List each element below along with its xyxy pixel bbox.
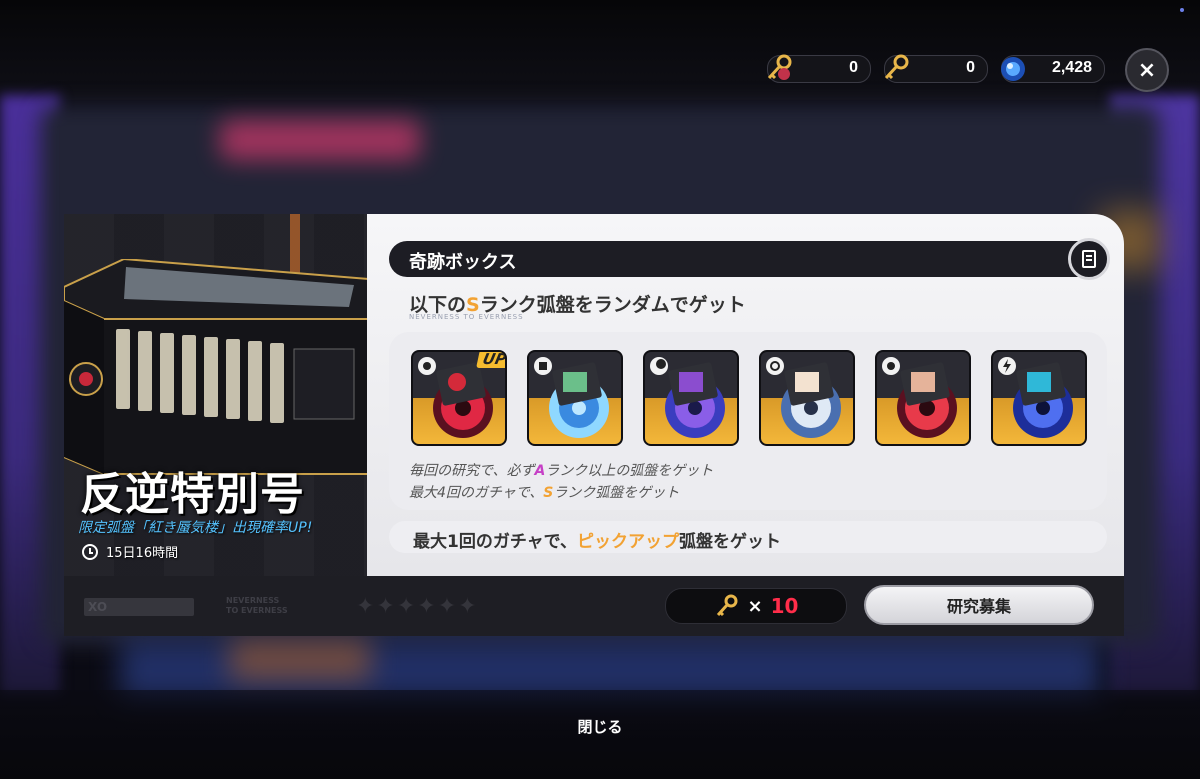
subtitle-watermark: NEVERNESS TO EVERNESS bbox=[409, 313, 524, 321]
timer: 15日16時間 bbox=[82, 542, 178, 561]
currency-gold-key: 0 bbox=[884, 54, 988, 83]
key-red-icon bbox=[767, 54, 792, 80]
disk-item[interactable]: UP bbox=[411, 350, 507, 446]
pickup-text: 最大1回のガチャで、ピックアップ弧盤をゲット bbox=[413, 532, 781, 552]
pickup-row: 最大1回のガチャで、ピックアップ弧盤をゲット bbox=[389, 521, 1107, 553]
gacha-panel: 反逆特別号 限定弧盤「紅き蜃気楼」出現確率UP! 15日16時間 奇跡ボックス … bbox=[64, 214, 1124, 636]
red-key-amount: 0 bbox=[849, 59, 858, 76]
disk-art bbox=[650, 357, 725, 438]
currency-red-key: 0 bbox=[767, 54, 871, 83]
disk-item[interactable] bbox=[875, 350, 971, 446]
currency-orb: 2,428 bbox=[1001, 55, 1105, 83]
close-link[interactable]: 閉じる bbox=[560, 716, 640, 737]
star-rating: ✦✦✦✦✦✦ bbox=[356, 594, 479, 619]
disk-list: UP 毎回の研究で、必ずAランク以上の弧盤をゲット 最大4回のガチャで、Sランク… bbox=[389, 332, 1107, 510]
disk-item[interactable] bbox=[991, 350, 1087, 446]
banner-title: 反逆特別号 bbox=[80, 469, 305, 520]
cost-amount: 10 bbox=[770, 594, 799, 618]
note-line-1: 毎回の研究で、必ずAランク以上の弧盤をゲット bbox=[409, 463, 714, 479]
key-gold-icon bbox=[716, 594, 738, 617]
disk-art bbox=[998, 357, 1073, 438]
disk-item[interactable] bbox=[527, 350, 623, 446]
timer-text: 15日16時間 bbox=[106, 546, 179, 561]
key-gold-icon bbox=[884, 54, 909, 80]
close-icon: × bbox=[1137, 57, 1157, 83]
box-header: 奇跡ボックス bbox=[389, 238, 1110, 280]
disk-item[interactable] bbox=[643, 350, 739, 446]
gold-key-amount: 0 bbox=[966, 59, 975, 76]
action-bar: XO NEVERNESS TO EVERNESS ✦✦✦✦✦✦ × 10 研究募… bbox=[64, 576, 1124, 636]
box-details: 奇跡ボックス 以下のSランク弧盤をランダムでゲット NEVERNESS TO E… bbox=[367, 214, 1124, 576]
disk-art bbox=[882, 357, 957, 438]
box-illustration bbox=[64, 259, 367, 475]
disk-art bbox=[534, 357, 609, 438]
xo-label: XO bbox=[84, 598, 194, 616]
details-button[interactable] bbox=[1068, 238, 1110, 280]
disk-art bbox=[766, 357, 841, 438]
cost-display: × 10 bbox=[665, 588, 847, 624]
up-badge: UP bbox=[475, 352, 505, 368]
clock-icon bbox=[82, 543, 98, 560]
box-header-title: 奇跡ボックス bbox=[409, 252, 517, 273]
document-icon bbox=[1082, 250, 1096, 268]
rate-up-text: 限定弧盤「紅き蜃気楼」出現確率UP! bbox=[78, 520, 313, 536]
disk-item[interactable] bbox=[759, 350, 855, 446]
cost-multiplier: × bbox=[747, 595, 763, 617]
research-button[interactable]: 研究募集 bbox=[864, 585, 1094, 625]
note-line-2: 最大4回のガチャで、Sランク弧盤をゲット bbox=[409, 485, 680, 501]
orb-blue-icon bbox=[1001, 57, 1025, 81]
close-button[interactable]: × bbox=[1125, 48, 1169, 92]
brand-mark: NEVERNESS TO EVERNESS bbox=[226, 596, 288, 615]
banner-art: 反逆特別号 限定弧盤「紅き蜃気楼」出現確率UP! 15日16時間 bbox=[64, 214, 367, 576]
orb-amount: 2,428 bbox=[1051, 59, 1092, 76]
